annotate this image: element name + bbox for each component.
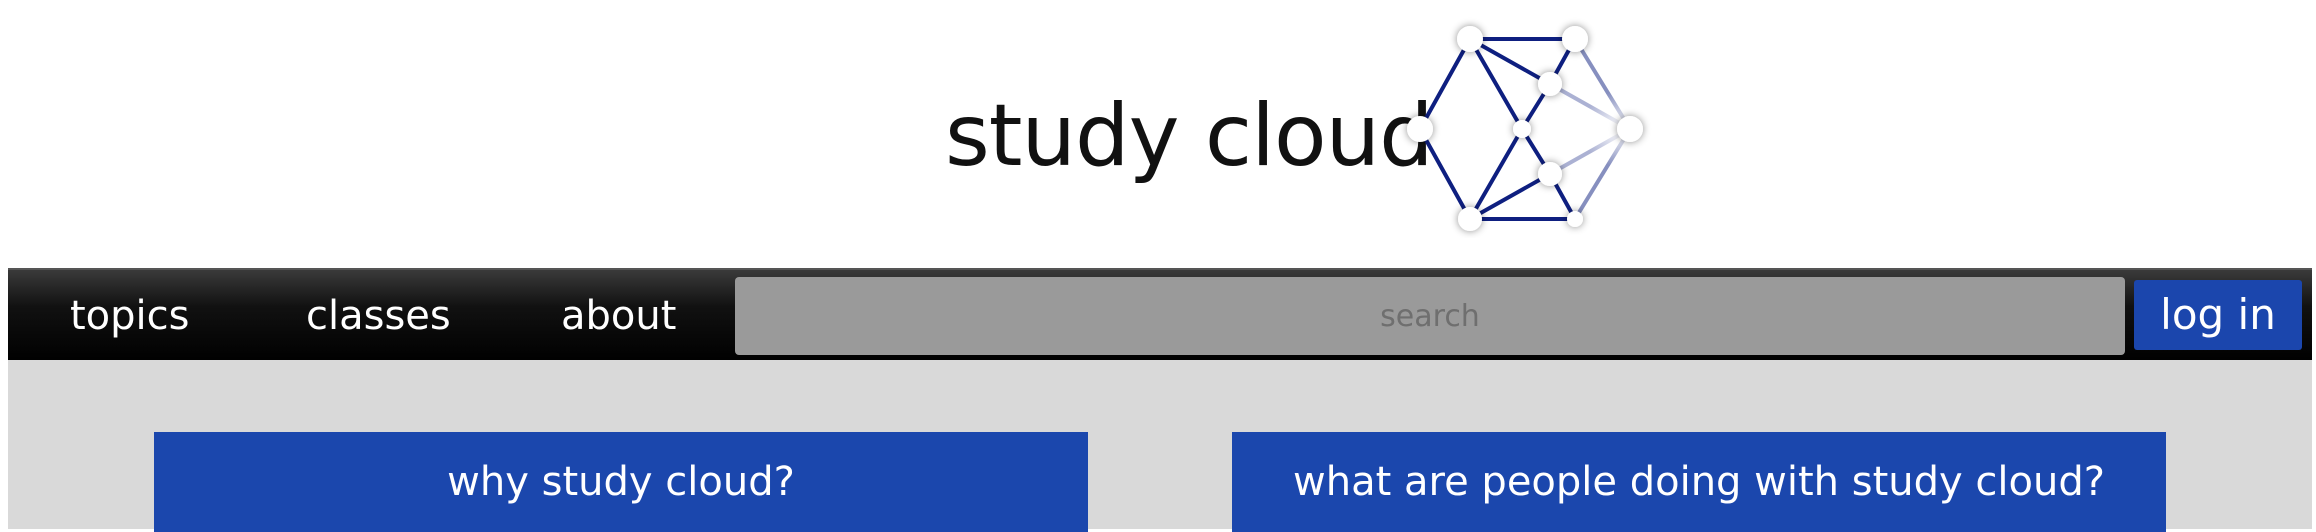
why-study-cloud-card[interactable]: why study cloud? xyxy=(154,432,1088,532)
nav-topics[interactable]: topics xyxy=(70,290,190,342)
site-header: study cloud xyxy=(0,0,2316,268)
network-hexagon-icon[interactable] xyxy=(1395,14,1655,238)
main-navbar: topics classes about log in xyxy=(8,268,2312,362)
login-button[interactable]: log in xyxy=(2134,280,2302,350)
site-title[interactable]: study cloud xyxy=(945,86,1434,186)
search-input[interactable] xyxy=(735,277,2125,355)
nav-about[interactable]: about xyxy=(561,290,676,342)
main-content: why study cloud? what are people doing w… xyxy=(8,360,2312,532)
nav-classes[interactable]: classes xyxy=(306,290,451,342)
what-people-doing-card[interactable]: what are people doing with study cloud? xyxy=(1232,432,2166,532)
